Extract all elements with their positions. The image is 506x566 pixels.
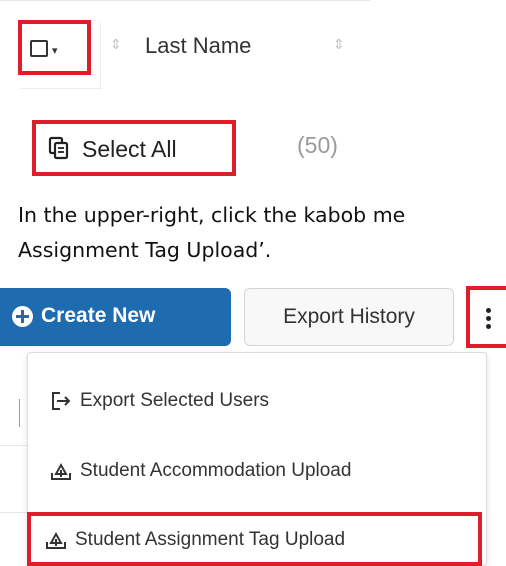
export-icon <box>50 391 72 417</box>
kebab-dot <box>486 324 491 329</box>
kebab-dot <box>486 308 491 313</box>
selection-count: (50) <box>297 132 338 158</box>
export-history-button[interactable]: Export History <box>244 288 454 346</box>
instruction-line-1: In the upper-right, click the kabob me <box>18 203 406 227</box>
background-divider <box>0 445 27 446</box>
upload-icon <box>45 530 67 556</box>
select-all-button[interactable]: Select All <box>32 120 236 176</box>
caret-down-icon[interactable]: ▾ <box>52 44 58 57</box>
kebab-menu-button[interactable] <box>466 286 506 348</box>
kebab-dot <box>486 316 491 321</box>
menu-item-label: Export Selected Users <box>80 390 270 411</box>
column-divider <box>100 22 101 88</box>
create-new-button[interactable]: Create New <box>0 288 231 346</box>
menu-item-label: Student Assignment Tag Upload <box>75 529 346 550</box>
background-divider <box>19 399 20 427</box>
header-top-border <box>0 0 370 1</box>
menu-item-student-assignment-tag-upload[interactable]: Student Assignment Tag Upload <box>27 512 482 566</box>
upload-icon <box>50 461 72 487</box>
header-bottom-border <box>20 88 102 89</box>
sort-icon[interactable]: ⇕ <box>333 38 345 52</box>
menu-item-label: Student Accommodation Upload <box>80 460 352 481</box>
background-divider <box>0 512 27 513</box>
bulk-select-checkbox-dropdown[interactable]: ▾ <box>18 20 91 75</box>
plus-circle-icon <box>12 306 33 327</box>
copy-icon <box>48 136 70 164</box>
instruction-line-2: Assignment Tag Upload’. <box>18 238 272 262</box>
sort-icon[interactable]: ⇕ <box>110 38 122 52</box>
column-header-last-name[interactable]: Last Name <box>145 33 251 59</box>
export-history-label: Export History <box>283 305 415 328</box>
create-new-label: Create New <box>41 304 156 327</box>
select-all-label: Select All <box>82 136 177 162</box>
checkbox[interactable] <box>30 40 48 57</box>
instruction-text: In the upper-right, click the kabob me A… <box>18 198 405 268</box>
